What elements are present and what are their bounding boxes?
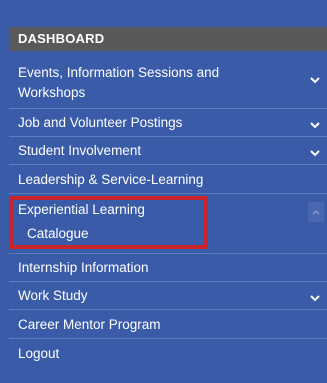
dashboard-header[interactable]: DASHBOARD xyxy=(9,27,327,51)
menu-divider xyxy=(9,136,327,137)
menu-item-mentor[interactable]: Career Mentor Program xyxy=(9,315,327,335)
menu-item-experiential[interactable]: Experiential Learning Catalogue xyxy=(9,196,327,252)
chevron-up-icon[interactable] xyxy=(308,202,324,222)
menu-item-work-study[interactable]: Work Study xyxy=(9,286,327,306)
menu-divider xyxy=(9,193,327,194)
chevron-down-icon[interactable] xyxy=(309,75,321,85)
menu-item-jobs-label: Job and Volunteer Postings xyxy=(18,115,183,130)
submenu-item-catalogue[interactable]: Catalogue xyxy=(27,224,89,244)
menu-item-events-label: Events, Information Sessions and Worksho… xyxy=(18,65,220,100)
menu-divider xyxy=(9,108,327,109)
menu-divider xyxy=(9,338,327,339)
menu-divider xyxy=(9,281,327,282)
menu-item-jobs[interactable]: Job and Volunteer Postings xyxy=(9,113,327,133)
menu-item-involvement[interactable]: Student Involvement xyxy=(9,141,327,161)
menu-divider xyxy=(9,164,327,165)
menu-item-leadership-label: Leadership & Service-Learning xyxy=(18,172,204,187)
menu-divider xyxy=(9,253,327,254)
menu-item-involvement-label: Student Involvement xyxy=(18,143,142,158)
menu-item-logout[interactable]: Logout xyxy=(9,344,327,364)
menu-item-internship[interactable]: Internship Information xyxy=(9,258,327,278)
menu-item-internship-label: Internship Information xyxy=(18,260,149,275)
sidebar-nav: DASHBOARD Events, Information Sessions a… xyxy=(0,0,327,383)
menu-item-leadership[interactable]: Leadership & Service-Learning xyxy=(9,170,327,190)
chevron-down-icon[interactable] xyxy=(309,120,321,130)
menu-item-mentor-label: Career Mentor Program xyxy=(18,317,161,332)
menu-divider xyxy=(9,309,327,310)
menu-item-experiential-label: Experiential Learning xyxy=(18,202,145,217)
chevron-down-icon[interactable] xyxy=(309,293,321,303)
menu-item-logout-label: Logout xyxy=(18,346,60,361)
menu-item-work-study-label: Work Study xyxy=(18,288,88,303)
chevron-down-icon[interactable] xyxy=(309,148,321,158)
menu-item-events[interactable]: Events, Information Sessions and Worksho… xyxy=(9,63,327,103)
